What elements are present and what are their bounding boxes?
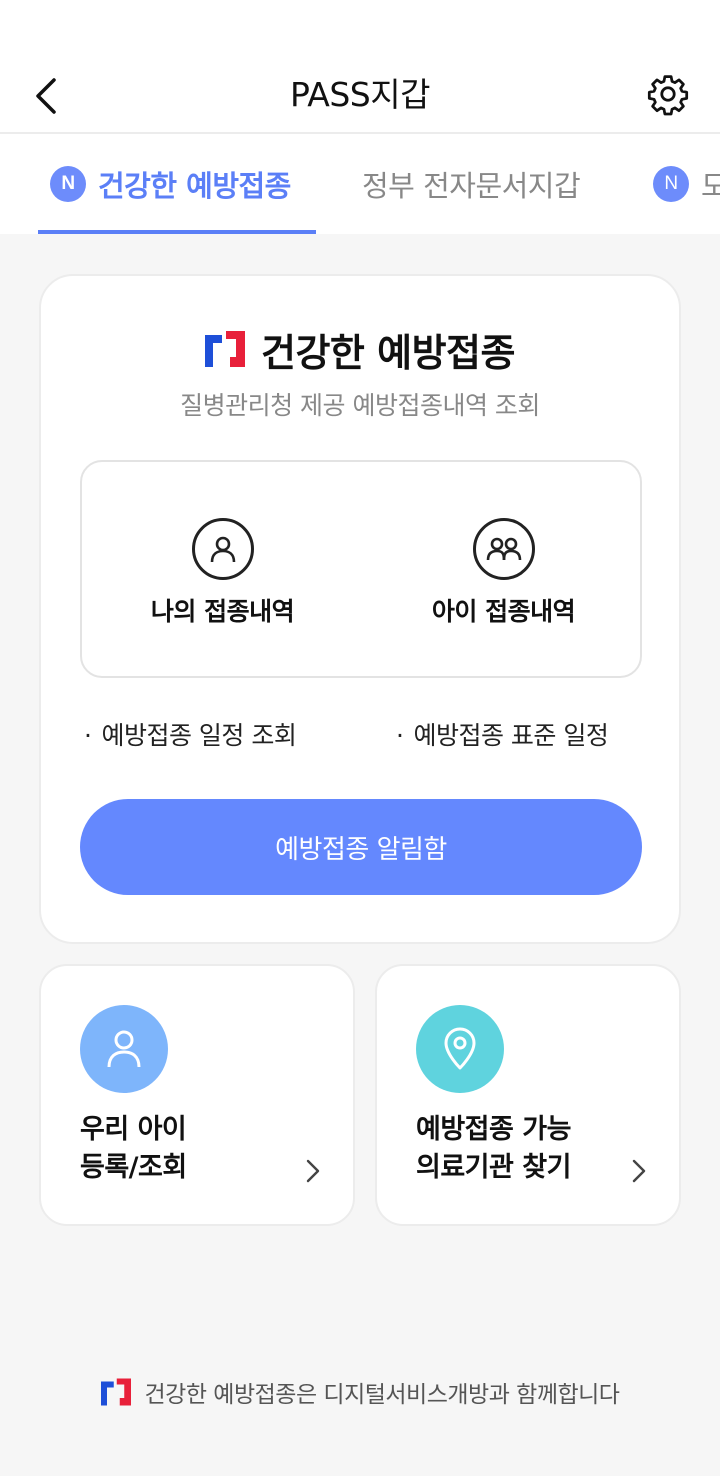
status-bar — [0, 0, 720, 50]
new-badge: N — [50, 166, 86, 202]
service-logo-icon — [205, 331, 246, 367]
person-icon — [191, 518, 254, 580]
line-1: 예방접종 가능 — [416, 1114, 571, 1145]
tab-label: 건강한 예방접종 — [98, 169, 291, 203]
app-bar: PASS지갑 — [0, 50, 720, 134]
my-history-label: 나의 접종내역 — [150, 597, 295, 626]
bullet: · — [84, 721, 92, 750]
person-icon — [80, 1005, 168, 1093]
people-icon — [472, 518, 535, 580]
tab-bar: N 건강한 예방접종 정부 전자문서지갑 N 도 — [0, 134, 720, 234]
link-label: 예방접종 표준 일정 — [413, 721, 609, 750]
notification-box-button[interactable]: 예방접종 알림함 — [80, 799, 642, 895]
line-2: 등록/조회 — [80, 1152, 187, 1183]
schedule-lookup-link[interactable]: · 예방접종 일정 조회 — [84, 716, 297, 752]
tab-label: 정부 전자문서지갑 — [362, 169, 581, 203]
tab-third[interactable]: N 도 — [653, 134, 720, 234]
location-pin-icon — [416, 1005, 504, 1093]
find-clinic-text: 예방접종 가능 의료기관 찾기 — [416, 1111, 571, 1187]
card-title: 건강한 예방접종 — [261, 330, 515, 375]
child-history-label: 아이 접종내역 — [431, 597, 576, 626]
tab-vaccination[interactable]: N 건강한 예방접종 — [50, 134, 291, 234]
line-1: 우리 아이 — [80, 1114, 187, 1145]
card-header: 건강한 예방접종 — [41, 324, 679, 375]
tab-label: 도 — [701, 169, 720, 203]
find-clinic-card[interactable]: 예방접종 가능 의료기관 찾기 — [375, 964, 681, 1226]
gear-icon — [647, 75, 689, 116]
line-2: 의료기관 찾기 — [416, 1152, 571, 1183]
my-history-button[interactable]: 나의 접종내역 — [82, 462, 363, 680]
active-tab-indicator — [38, 230, 316, 234]
child-history-button[interactable]: 아이 접종내역 — [363, 462, 644, 680]
footer-text: 건강한 예방접종은 디지털서비스개방과 함께합니다 — [144, 1382, 620, 1408]
tab-gov-documents[interactable]: 정부 전자문서지갑 — [362, 134, 581, 234]
child-register-card[interactable]: 우리 아이 등록/조회 — [39, 964, 355, 1226]
child-register-text: 우리 아이 등록/조회 — [80, 1111, 187, 1187]
chevron-right-icon — [306, 1159, 320, 1183]
chevron-right-icon — [632, 1159, 646, 1183]
service-logo-icon — [100, 1378, 131, 1406]
bullet: · — [396, 721, 404, 750]
footer: 건강한 예방접종은 디지털서비스개방과 함께합니다 — [0, 1372, 720, 1412]
standard-schedule-link[interactable]: · 예방접종 표준 일정 — [396, 716, 609, 752]
new-badge: N — [653, 166, 689, 202]
vaccination-card: 건강한 예방접종 질병관리청 제공 예방접종내역 조회 나의 접종내역 아이 접… — [39, 274, 681, 944]
settings-button[interactable] — [642, 68, 694, 120]
card-subtitle: 질병관리청 제공 예방접종내역 조회 — [180, 391, 540, 420]
page-title: PASS지갑 — [290, 75, 430, 114]
history-box: 나의 접종내역 아이 접종내역 — [80, 460, 642, 678]
link-label: 예방접종 일정 조회 — [101, 721, 297, 750]
